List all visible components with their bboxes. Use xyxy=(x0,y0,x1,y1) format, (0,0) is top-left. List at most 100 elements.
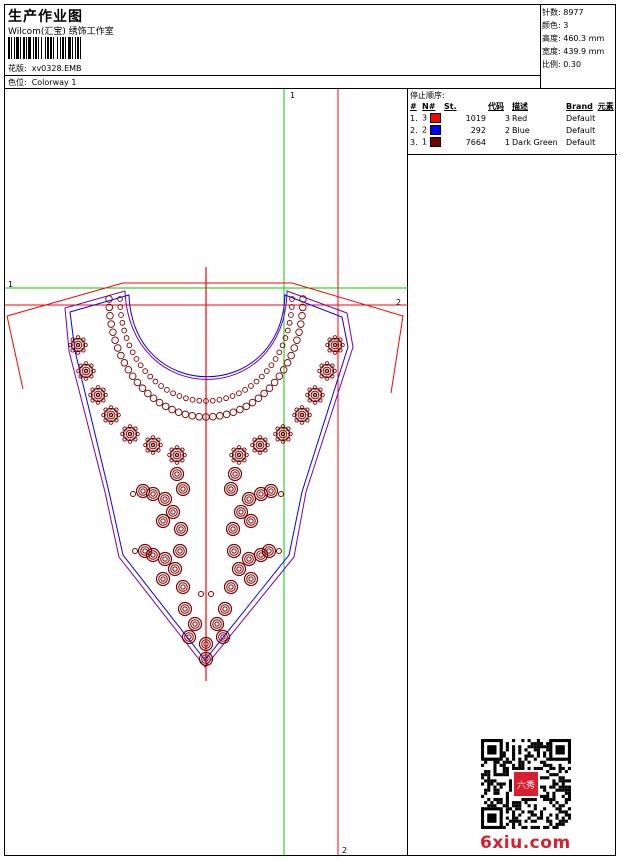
qr-module xyxy=(549,785,553,789)
stitch-ring xyxy=(268,362,275,369)
design-width: 宽度: 439.9 mm xyxy=(542,47,605,56)
qr-module xyxy=(536,751,540,755)
row-needle: 3 xyxy=(421,112,443,124)
qr-module xyxy=(530,797,534,802)
qr-module xyxy=(521,766,525,771)
col-code: 代码 xyxy=(488,101,504,111)
header-panel: 生产作业图 Wilcom(汇宝) 绣饰工作室 花版: xv0328.EMB 色位:… xyxy=(5,5,541,89)
qr-module xyxy=(512,810,516,814)
qr-module xyxy=(564,788,568,792)
stitch-ring xyxy=(298,312,306,320)
stitch-ring xyxy=(170,390,176,397)
qr-module xyxy=(539,745,544,749)
qr-module xyxy=(539,760,544,764)
qr-module xyxy=(484,770,488,774)
qr-module xyxy=(567,813,571,817)
qr-module xyxy=(546,816,550,820)
stitch-ring xyxy=(168,507,178,517)
stitch-ring xyxy=(158,516,168,526)
qr-module xyxy=(493,785,497,789)
qr-module xyxy=(567,791,571,795)
stitch-ring xyxy=(226,582,236,592)
stitch-ring xyxy=(290,344,298,352)
qr-module xyxy=(530,813,534,817)
stitch-ring xyxy=(111,336,119,344)
stitch-ring xyxy=(223,395,229,402)
stitch-ring xyxy=(108,412,114,418)
qr-module xyxy=(555,801,559,805)
colorway-label: 色位: xyxy=(8,78,27,87)
stitch-ring xyxy=(260,389,268,398)
qr-module xyxy=(527,751,531,755)
qr-module xyxy=(490,801,494,805)
qr-module xyxy=(564,770,568,774)
design-label: 花版: xyxy=(8,64,27,73)
specs-panel: 针数: 8977 颜色: 3 高度: 460.3 mm 宽度: 439.9 mm… xyxy=(541,5,615,89)
stitch-ring xyxy=(293,336,301,344)
qr-module xyxy=(508,819,513,823)
qr-module xyxy=(508,782,513,786)
qr-module xyxy=(543,785,547,789)
row-description: Dark Green xyxy=(512,137,558,147)
company-name: Wilcom(汇宝) 绣饰工作室 xyxy=(8,27,114,37)
design-canvas: 1 1 2 2 xyxy=(5,89,408,855)
stitch-ring xyxy=(150,491,156,497)
stitch-ring xyxy=(229,393,236,399)
stitch-ring xyxy=(177,548,183,554)
qr-module xyxy=(508,760,513,764)
qr-module xyxy=(527,766,531,771)
stitch-ring xyxy=(297,320,305,328)
qr-module xyxy=(549,773,553,777)
qr-module xyxy=(502,825,506,829)
row-needle: 2 xyxy=(421,124,443,136)
stitch-ring xyxy=(142,368,149,374)
stitch-ring xyxy=(172,566,178,572)
stitch-ring xyxy=(312,392,318,398)
stitch-ring xyxy=(122,426,138,442)
qr-module xyxy=(539,810,544,814)
stitch-ring xyxy=(172,450,182,460)
stitch-ring xyxy=(190,619,200,629)
qr-module xyxy=(496,788,500,792)
stitch-ring xyxy=(208,591,214,597)
qr-module xyxy=(484,788,488,792)
qr-module xyxy=(561,779,565,783)
qr-seal-text: 六秀 xyxy=(517,779,535,791)
stitch-ring xyxy=(178,526,184,532)
stitch-ring xyxy=(170,564,180,574)
qr-module xyxy=(555,822,559,826)
stitch-ring xyxy=(259,373,265,380)
qr-module xyxy=(558,804,562,808)
qr-module xyxy=(518,760,522,764)
stop-sequence-panel: 停止顺序: # N# St. 代码 描述 Brand 元素 1. 3 1019 3 R… xyxy=(408,89,617,155)
qr-module xyxy=(487,804,491,808)
stitch-ring xyxy=(145,437,161,453)
qr-module xyxy=(505,807,509,811)
stitch-ring xyxy=(288,312,294,318)
qr-module xyxy=(567,788,571,792)
table-header-row: # N# St. 代码 描述 Brand 元素 xyxy=(409,100,615,112)
stitch-ring xyxy=(169,447,185,463)
qr-module xyxy=(567,779,571,783)
qr-module xyxy=(487,773,491,777)
stitch-ring xyxy=(162,496,168,502)
stitch-ring xyxy=(284,327,291,334)
stitch-ring xyxy=(161,402,170,411)
qr-module xyxy=(561,794,565,798)
qr-module xyxy=(527,739,531,743)
stitch-ring xyxy=(125,429,135,439)
qr-module xyxy=(555,788,559,792)
qr-module xyxy=(539,816,544,820)
stitch-ring xyxy=(174,452,180,458)
qr-module xyxy=(496,797,500,802)
stitch-ring xyxy=(310,390,320,400)
stitch-ring xyxy=(297,410,307,420)
qr-module xyxy=(512,751,516,755)
color-swatch xyxy=(429,113,441,123)
stitch-ring xyxy=(137,362,144,369)
qr-module xyxy=(518,763,522,767)
qr-module xyxy=(493,791,497,795)
stitch-ring xyxy=(148,440,158,450)
needle-number: 3 xyxy=(422,113,428,123)
stitch-ring xyxy=(155,398,164,407)
